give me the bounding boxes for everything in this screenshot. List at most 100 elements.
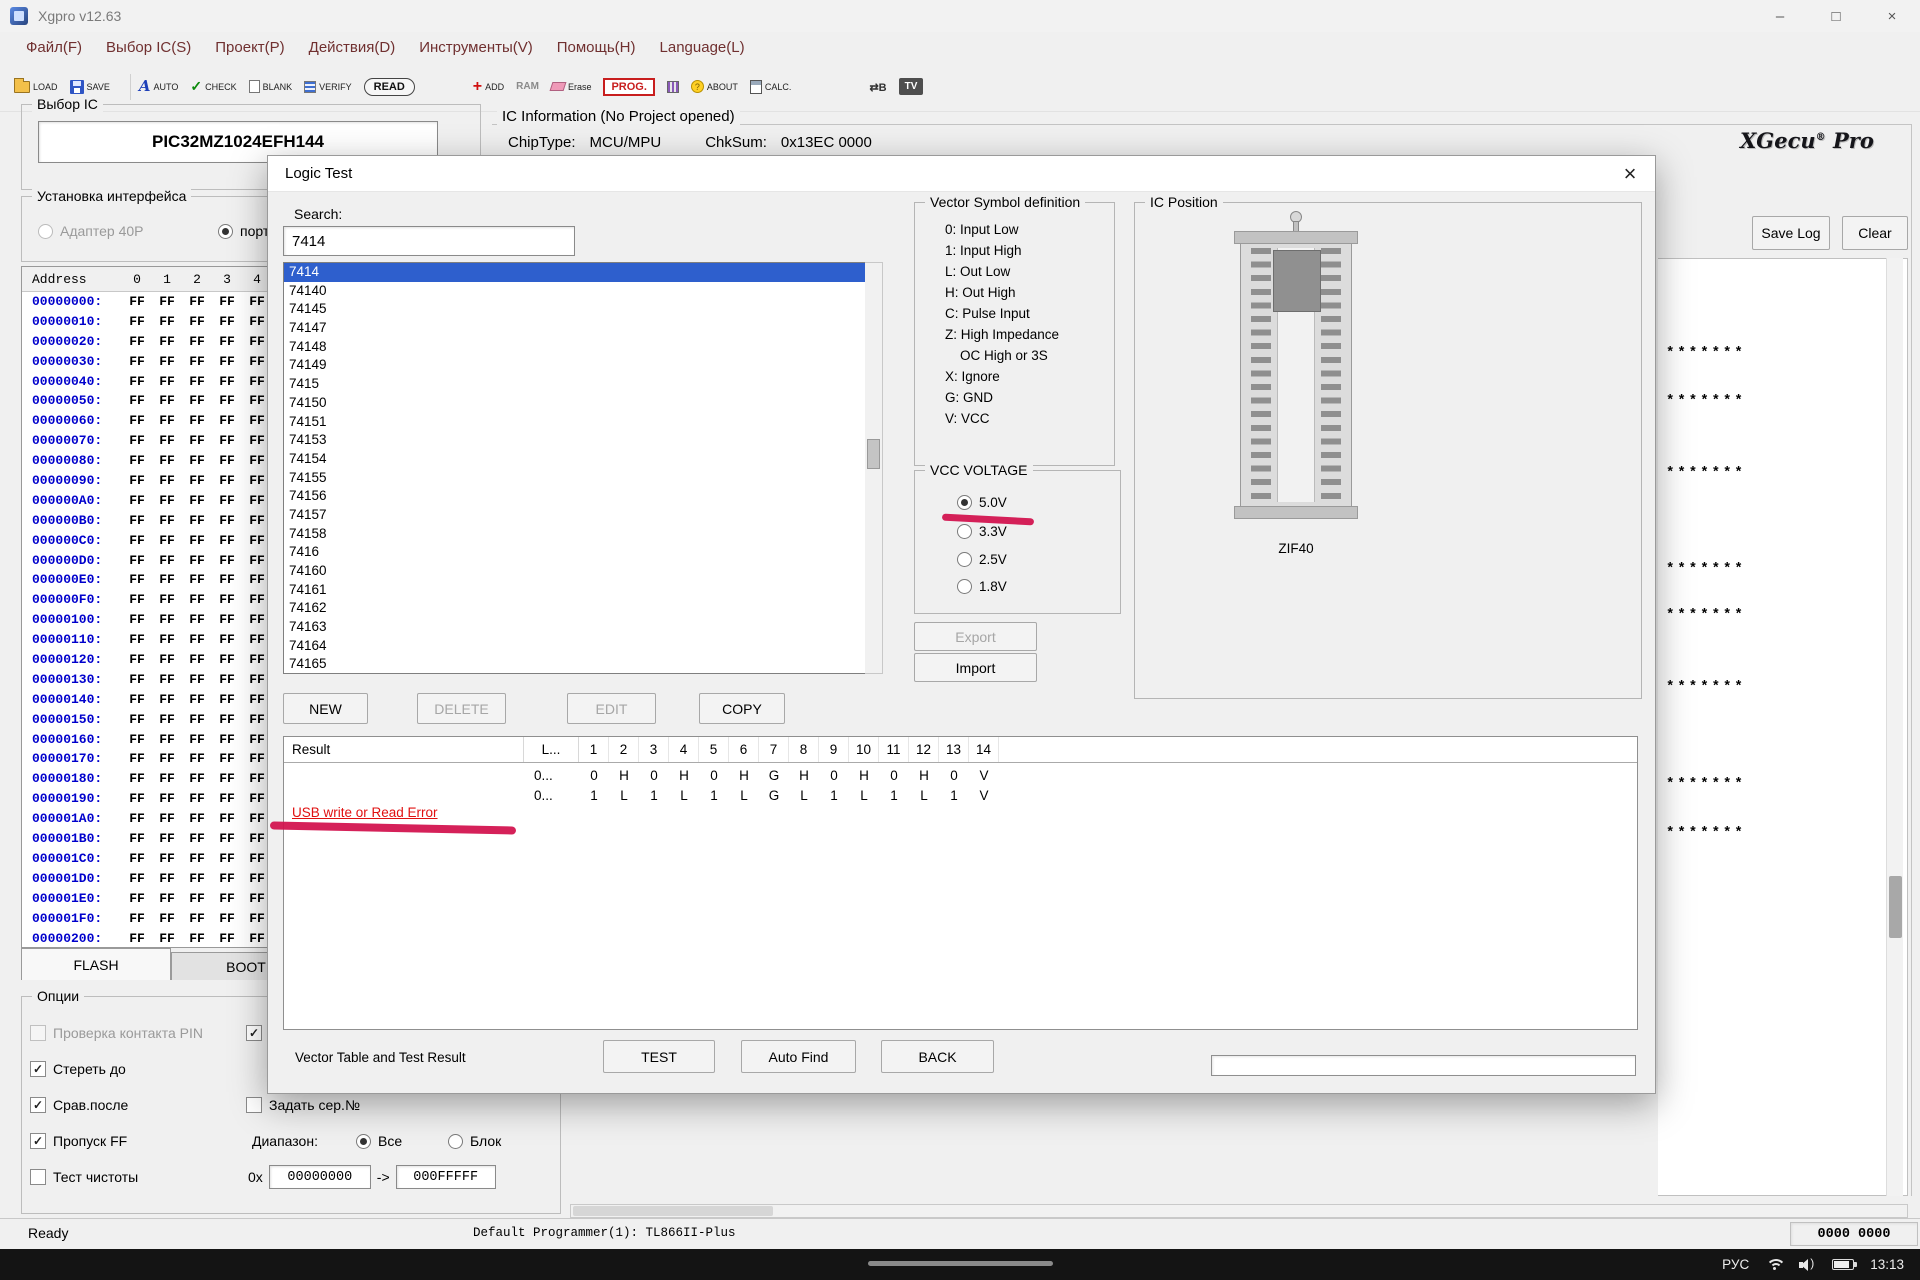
vcc-5v-row[interactable]: 5.0V [957, 495, 1007, 510]
load-button[interactable]: LOAD [14, 81, 58, 93]
auto-button[interactable]: AUTO [139, 77, 178, 96]
ic-list-item[interactable]: 74140 [284, 282, 865, 301]
horizontal-scrollbar[interactable] [570, 1204, 1908, 1218]
wifi-icon[interactable] [1765, 1258, 1783, 1271]
ic-list-item[interactable]: 74158 [284, 525, 865, 544]
check-button[interactable]: CHECK [190, 78, 236, 96]
ic-list-item[interactable]: 74153 [284, 431, 865, 450]
adapter-radio-row[interactable]: Адаптер 40P [38, 223, 144, 239]
ic-list-item[interactable]: 74163 [284, 618, 865, 637]
vcc-2v5-row[interactable]: 2.5V [957, 552, 1007, 567]
range-to-input[interactable] [396, 1165, 496, 1189]
ic-list-item[interactable]: 74155 [284, 469, 865, 488]
ic-list-item[interactable]: 74150 [284, 394, 865, 413]
ram-button[interactable]: RAM [516, 81, 539, 92]
skip-ff-row[interactable]: Пропуск FF [30, 1133, 127, 1149]
maximize-button[interactable]: □ [1808, 0, 1864, 32]
vcc-1v8-row[interactable]: 1.8V [957, 579, 1007, 594]
delete-button[interactable]: DELETE [417, 693, 506, 724]
ic-list-item[interactable]: 74164 [284, 637, 865, 656]
range-from-input[interactable] [269, 1165, 371, 1189]
set-serial-row[interactable]: Задать сер.№ [246, 1097, 360, 1113]
add-button[interactable]: ADD [473, 78, 504, 96]
pin-check-row[interactable]: Проверка контакта PIN [30, 1025, 203, 1041]
language-indicator[interactable]: РУС [1722, 1257, 1749, 1272]
ic-list-item[interactable]: 74165 [284, 655, 865, 674]
set-serial-checkbox[interactable] [246, 1097, 262, 1113]
import-button[interactable]: Import [914, 653, 1037, 682]
vcc-2v5-radio[interactable] [957, 552, 972, 567]
menu-file[interactable]: Файл(F) [14, 39, 94, 56]
clock[interactable]: 13:13 [1870, 1257, 1904, 1272]
ic-list-item[interactable]: 74154 [284, 450, 865, 469]
ic-list-item[interactable]: 74160 [284, 562, 865, 581]
verify-after-row[interactable]: Срав.после [30, 1097, 128, 1113]
vcc-3v3-radio[interactable] [957, 524, 972, 539]
ic-list-item[interactable]: 74151 [284, 413, 865, 432]
clean-test-row[interactable]: Тест чистоты [30, 1169, 138, 1185]
auto-find-button[interactable]: Auto Find [741, 1040, 856, 1073]
battery-icon[interactable] [1832, 1259, 1854, 1270]
read-button[interactable]: READ [364, 78, 415, 96]
prog-button[interactable]: PROG. [603, 78, 654, 96]
blank-button[interactable]: BLANK [249, 80, 293, 93]
search-input[interactable] [283, 226, 575, 256]
ic-list-item[interactable]: 74162 [284, 599, 865, 618]
erase-button[interactable]: Erase [551, 82, 592, 92]
ic-list-item[interactable]: 74147 [284, 319, 865, 338]
ic-list-scrollbar-thumb[interactable] [867, 439, 880, 469]
verify-after-checkbox[interactable] [30, 1097, 46, 1113]
taskbar-handle[interactable] [868, 1261, 1053, 1266]
menu-project[interactable]: Проект(P) [203, 39, 296, 56]
test-button[interactable]: TEST [603, 1040, 715, 1073]
log-scrollbar-thumb[interactable] [1889, 876, 1902, 938]
ic-list-scrollbar[interactable] [865, 262, 883, 674]
ic-list-item[interactable]: 74157 [284, 506, 865, 525]
erase-before-checkbox[interactable] [30, 1061, 46, 1077]
ic-list-item[interactable]: 74156 [284, 487, 865, 506]
extra-checkbox[interactable] [246, 1025, 262, 1041]
export-button[interactable]: Export [914, 622, 1037, 651]
edit-button[interactable]: EDIT [567, 693, 656, 724]
tab-flash[interactable]: FLASH [21, 948, 171, 980]
menu-help[interactable]: Помощь(H) [545, 39, 648, 56]
range-all-radio[interactable] [356, 1134, 371, 1149]
save-button[interactable]: SAVE [70, 80, 110, 94]
verify-button[interactable]: VERIFY [304, 81, 352, 93]
horizontal-scrollbar-thumb[interactable] [573, 1206, 773, 1216]
back-button[interactable]: BACK [881, 1040, 994, 1073]
port-radio[interactable] [218, 224, 233, 239]
speaker-icon[interactable] [1799, 1259, 1816, 1271]
serial-number-button[interactable] [869, 78, 886, 96]
adapter-radio[interactable] [38, 224, 53, 239]
vcc-1v8-radio[interactable] [957, 579, 972, 594]
ic-list-item[interactable]: 74149 [284, 356, 865, 375]
new-button[interactable]: NEW [283, 693, 368, 724]
ic-list-item[interactable]: 7415 [284, 375, 865, 394]
pin-check-checkbox[interactable] [30, 1025, 46, 1041]
save-log-button[interactable]: Save Log [1752, 216, 1830, 250]
minimize-button[interactable]: – [1752, 0, 1808, 32]
dialog-close-button[interactable]: × [1611, 159, 1649, 189]
about-button[interactable]: ABOUT [691, 80, 738, 93]
ic-list-item[interactable]: 74145 [284, 300, 865, 319]
ic-list-item[interactable]: 74148 [284, 338, 865, 357]
range-all-row[interactable]: Все [356, 1133, 402, 1149]
vcc-5v-radio[interactable] [957, 495, 972, 510]
ic-list[interactable]: 7414741407414574147741487414974157415074… [283, 262, 866, 674]
menu-select-ic[interactable]: Выбор IC(S) [94, 39, 203, 56]
range-block-radio[interactable] [448, 1134, 463, 1149]
copy-button[interactable]: COPY [699, 693, 785, 724]
log-scrollbar[interactable] [1886, 258, 1903, 1196]
ic-list-item[interactable]: 7414 [284, 263, 865, 282]
extra-checkbox-row[interactable] [246, 1025, 262, 1041]
clean-test-checkbox[interactable] [30, 1169, 46, 1185]
ic-list-item[interactable]: 74161 [284, 581, 865, 600]
calc-button[interactable]: CALC. [750, 80, 792, 94]
clear-button[interactable]: Clear [1842, 216, 1908, 250]
range-block-row[interactable]: Блок [448, 1133, 501, 1149]
erase-before-row[interactable]: Стереть до [30, 1061, 126, 1077]
menu-tools[interactable]: Инструменты(V) [407, 39, 545, 56]
skip-ff-checkbox[interactable] [30, 1133, 46, 1149]
menu-language[interactable]: Language(L) [648, 39, 757, 56]
